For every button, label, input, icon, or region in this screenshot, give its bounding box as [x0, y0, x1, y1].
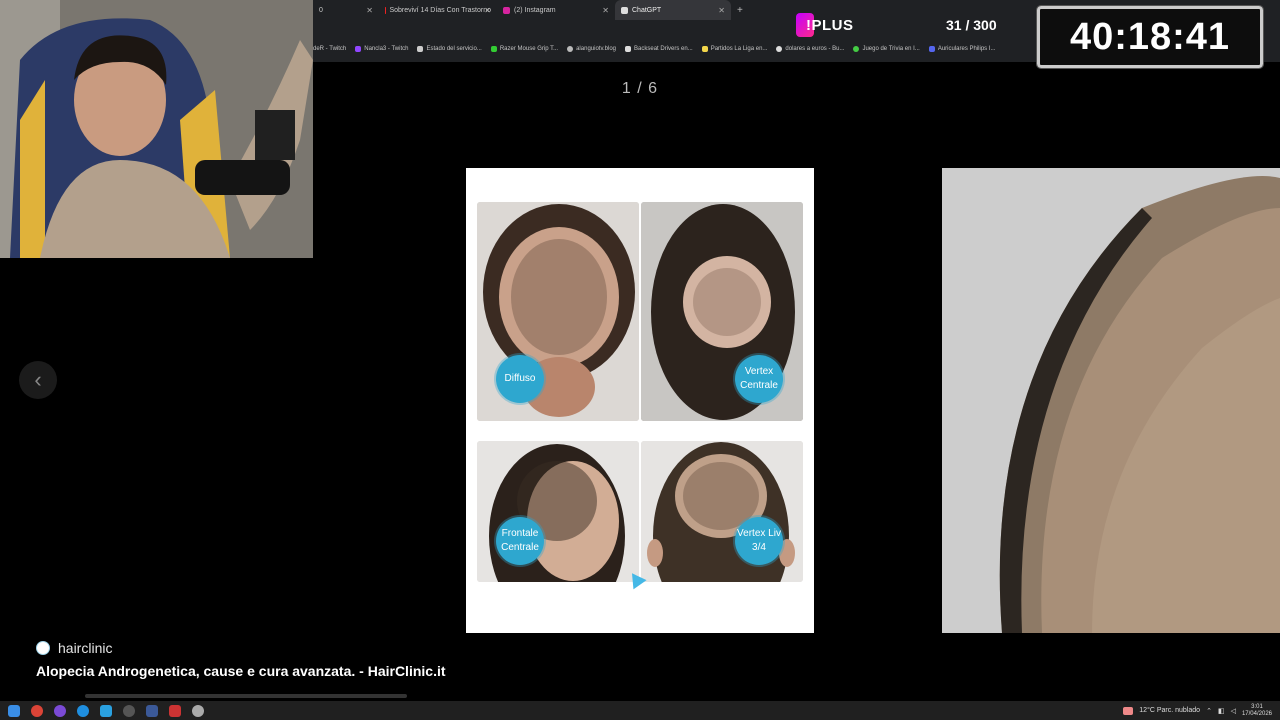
close-icon[interactable]: ✕	[366, 6, 373, 15]
source-name: hairclinic	[58, 640, 113, 656]
weather-text[interactable]: 12°C Parc. nublado	[1139, 707, 1200, 714]
edge-icon[interactable]	[77, 704, 89, 717]
weather-icon	[1123, 706, 1134, 715]
page-icon	[853, 46, 860, 52]
app-icon[interactable]	[169, 704, 181, 717]
next-gallery-image[interactable]	[942, 168, 1280, 633]
webcam-feed	[0, 0, 313, 258]
previous-button[interactable]: ‹	[19, 361, 57, 399]
razer-icon	[490, 46, 497, 52]
bookmark[interactable]: Partidos La Liga en...	[701, 46, 768, 52]
bookmark[interactable]: dolares a euros - Bu...	[776, 46, 844, 52]
close-icon[interactable]: ✕	[602, 6, 609, 15]
gallery-position: 1 / 6	[621, 80, 659, 97]
network-icon[interactable]: ◧	[1218, 707, 1225, 715]
page-icon	[701, 46, 708, 52]
globe-icon	[567, 46, 574, 52]
chevron-up-icon[interactable]: ⌃	[1206, 707, 1212, 715]
clock-time: 3:01	[1251, 703, 1263, 710]
bookmark[interactable]: alanguiotv.blog	[567, 46, 616, 52]
tab-label: (2) Instagram	[514, 6, 556, 14]
label-frontale-centrale: Frontale Centrale	[496, 517, 544, 565]
webcam-person-image	[0, 0, 313, 258]
label-vertex-liv-3-4: Vertex Liv 3/4	[735, 517, 783, 565]
subscriber-counter: 31 / 300	[946, 17, 997, 33]
bookmark-label: Juego de Trivia en I...	[862, 46, 920, 52]
horizontal-scrollbar[interactable]	[85, 694, 407, 698]
windows-start-icon[interactable]	[8, 704, 20, 717]
tab-youtube[interactable]: Sobreviví 14 Días Con Trastorno ✕	[379, 0, 497, 20]
page-icon	[928, 46, 935, 52]
scalp-image	[641, 441, 803, 582]
gallery-image-card[interactable]: Diffuso Vertex Centrale Frontale Central…	[466, 168, 814, 633]
bookmark-label: Nancla3 - Twitch	[364, 46, 409, 52]
bookmark-label: Auriculares Philips I...	[937, 46, 996, 52]
hairclinic-logo-icon	[36, 641, 50, 655]
windows-taskbar: 12°C Parc. nublado ⌃ ◧ ◁ 3:01 17/04/2026	[0, 701, 1280, 720]
scalp-image	[477, 441, 639, 582]
hair-closeup-image	[942, 168, 1280, 633]
tab-0[interactable]: 0 ✕	[313, 0, 379, 20]
bookmark-label: Estado del servicio...	[426, 46, 482, 52]
google-icon	[776, 46, 783, 52]
tab-label: ChatGPT	[632, 6, 662, 14]
twitch-icon	[355, 46, 362, 52]
app-icon[interactable]	[54, 704, 66, 717]
bookmark-label: Razer Mouse Grip T...	[499, 46, 559, 52]
page-icon	[625, 46, 632, 52]
label-diffuso: Diffuso	[496, 355, 544, 403]
stream-timer: 40:18:41	[1036, 5, 1264, 69]
clock-date: 17/04/2026	[1241, 710, 1272, 717]
image-source[interactable]: hairclinic	[36, 640, 112, 656]
tab-chatgpt[interactable]: ChatGPT ✕	[615, 0, 731, 20]
chatgpt-icon	[621, 6, 628, 14]
bookmark[interactable]: Estado del servicio...	[417, 46, 482, 52]
steam-icon[interactable]	[146, 704, 158, 717]
telegram-icon[interactable]	[100, 704, 112, 717]
instagram-icon	[503, 6, 510, 14]
clock[interactable]: 3:01 17/04/2026	[1242, 704, 1272, 718]
image-title-link[interactable]: Alopecia Androgenetica, cause e cura ava…	[36, 663, 446, 679]
hair-photo-vertex-liv-3-4: Vertex Liv 3/4	[641, 441, 803, 582]
chrome-icon[interactable]	[31, 704, 43, 717]
page-icon	[417, 46, 424, 52]
plus-label: !PLUS	[806, 16, 854, 34]
bookmark[interactable]: deR - Twitch	[313, 46, 346, 52]
bookmark[interactable]: Auriculares Philips I...	[928, 46, 996, 52]
volume-icon[interactable]: ◁	[1231, 707, 1236, 715]
hair-photo-diffuso: Diffuso	[477, 202, 639, 421]
app-icon[interactable]	[192, 704, 204, 717]
bookmark[interactable]: Backseat Drivers en...	[625, 46, 693, 52]
close-icon[interactable]: ✕	[484, 6, 491, 15]
system-tray: 12°C Parc. nublado ⌃ ◧ ◁ 3:01 17/04/2026	[1123, 701, 1272, 720]
tab-label: 0	[319, 6, 323, 14]
bookmark[interactable]: Juego de Trivia en I...	[853, 46, 920, 52]
tab-label: Sobreviví 14 Días Con Trastorno	[389, 6, 491, 14]
bookmark[interactable]: Razer Mouse Grip T...	[490, 46, 559, 52]
bookmark-label: alanguiotv.blog	[576, 46, 617, 52]
hair-photo-vertex-centrale: Vertex Centrale	[641, 202, 803, 421]
new-tab-icon[interactable]: +	[737, 5, 743, 16]
bookmark-label: dolares a euros - Bu...	[785, 46, 845, 52]
obs-icon[interactable]	[123, 704, 135, 717]
bookmark-label: deR - Twitch	[313, 46, 347, 52]
bookmark[interactable]: Nancla3 - Twitch	[355, 46, 408, 52]
chevron-left-icon: ‹	[34, 367, 42, 392]
plus-badge: !PLUS	[796, 12, 854, 38]
tab-instagram[interactable]: (2) Instagram ✕	[497, 0, 615, 20]
bookmark-label: Partidos La Liga en...	[710, 46, 768, 52]
close-icon[interactable]: ✕	[718, 6, 725, 15]
bookmark-label: Backseat Drivers en...	[634, 46, 693, 52]
hair-photo-frontale-centrale: Frontale Centrale	[477, 441, 639, 582]
label-vertex-centrale: Vertex Centrale	[735, 355, 783, 403]
